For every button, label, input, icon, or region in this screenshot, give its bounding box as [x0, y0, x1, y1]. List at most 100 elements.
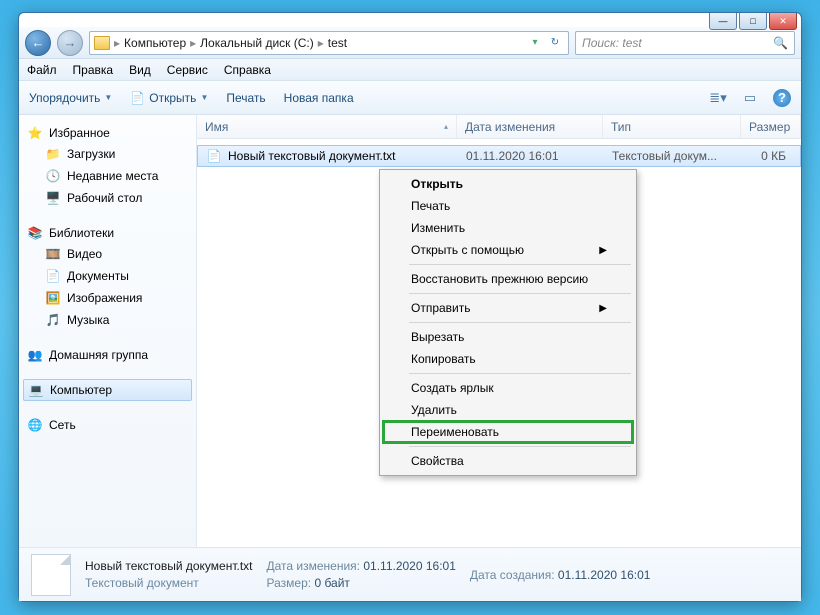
ctx-cut[interactable]: Вырезать: [383, 326, 633, 348]
menu-tools[interactable]: Сервис: [167, 63, 208, 77]
search-input[interactable]: Поиск: test 🔍: [575, 31, 795, 55]
file-thumbnail-icon: [31, 554, 71, 596]
context-menu: Открыть Печать Изменить Открыть с помощь…: [379, 169, 637, 476]
context-separator: [409, 293, 631, 294]
menu-edit[interactable]: Правка: [73, 63, 114, 77]
text-file-icon: 📄: [206, 148, 222, 164]
ctx-edit[interactable]: Изменить: [383, 217, 633, 239]
file-date: 01.11.2020 16:01: [458, 149, 604, 163]
ctx-open-with[interactable]: Открыть с помощью▶: [383, 239, 633, 261]
sidebar: ⭐Избранное 📁Загрузки 🕓Недавние места 🖥️Р…: [19, 115, 197, 547]
submenu-arrow-icon: ▶: [599, 245, 607, 256]
organize-button[interactable]: Упорядочить▼: [29, 91, 112, 105]
ctx-properties[interactable]: Свойства: [383, 450, 633, 472]
address-dropdown-button[interactable]: ▾: [526, 34, 544, 52]
file-row[interactable]: 📄 Новый текстовый документ.txt 01.11.2020…: [197, 145, 801, 167]
context-separator: [409, 264, 631, 265]
sort-arrow-icon: ▴: [444, 122, 448, 131]
minimize-button[interactable]: —: [709, 13, 737, 30]
sidebar-computer[interactable]: 💻Компьютер: [23, 379, 192, 401]
ctx-create-shortcut[interactable]: Создать ярлык: [383, 377, 633, 399]
details-size-label: Размер:: [267, 576, 312, 590]
file-type: Текстовый докум...: [604, 149, 742, 163]
details-size: 0 байт: [314, 576, 349, 590]
sidebar-item-video[interactable]: 🎞️Видео: [23, 243, 192, 265]
new-folder-button[interactable]: Новая папка: [284, 91, 354, 105]
video-icon: 🎞️: [45, 246, 61, 262]
sidebar-item-images[interactable]: 🖼️Изображения: [23, 287, 192, 309]
star-icon: ⭐: [27, 125, 43, 141]
nav-bar: ← → ▸ Компьютер ▸ Локальный диск (C:) ▸ …: [19, 27, 801, 59]
sidebar-item-recent[interactable]: 🕓Недавние места: [23, 165, 192, 187]
breadcrumb-sep: ▸: [318, 36, 324, 50]
col-size[interactable]: Размер: [741, 115, 801, 138]
recent-icon: 🕓: [45, 168, 61, 184]
sidebar-network[interactable]: 🌐Сеть: [23, 415, 192, 435]
context-separator: [409, 446, 631, 447]
network-icon: 🌐: [27, 417, 43, 433]
file-size: 0 КБ: [742, 149, 800, 163]
document-icon: 📄: [130, 91, 145, 105]
breadcrumb-sep: ▸: [190, 36, 196, 50]
folder-icon: [94, 36, 110, 50]
col-date[interactable]: Дата изменения: [457, 115, 603, 138]
search-icon[interactable]: 🔍: [773, 36, 788, 50]
file-name: Новый текстовый документ.txt: [228, 149, 396, 163]
computer-icon: 💻: [28, 382, 44, 398]
column-headers: Имя▴ Дата изменения Тип Размер: [197, 115, 801, 139]
desktop-icon: 🖥️: [45, 190, 61, 206]
close-button[interactable]: ✕: [769, 13, 797, 30]
menu-bar: Файл Правка Вид Сервис Справка: [19, 59, 801, 81]
ctx-restore-version[interactable]: Восстановить прежнюю версию: [383, 268, 633, 290]
details-date: 01.11.2020 16:01: [363, 559, 456, 573]
maximize-button[interactable]: □: [739, 13, 767, 30]
ctx-delete[interactable]: Удалить: [383, 399, 633, 421]
details-title: Новый текстовый документ.txt: [85, 559, 253, 573]
menu-view[interactable]: Вид: [129, 63, 151, 77]
details-date-label: Дата изменения:: [267, 559, 361, 573]
breadcrumb[interactable]: test: [328, 36, 347, 50]
menu-help[interactable]: Справка: [224, 63, 271, 77]
breadcrumb[interactable]: Компьютер: [124, 36, 186, 50]
col-type[interactable]: Тип: [603, 115, 741, 138]
details-created: 01.11.2020 16:01: [558, 568, 651, 582]
details-subtitle: Текстовый документ: [85, 576, 253, 590]
breadcrumb[interactable]: Локальный диск (C:): [200, 36, 314, 50]
forward-button[interactable]: →: [57, 30, 83, 56]
sidebar-item-music[interactable]: 🎵Музыка: [23, 309, 192, 331]
sidebar-homegroup[interactable]: 👥Домашняя группа: [23, 345, 192, 365]
ctx-rename[interactable]: Переименовать: [383, 421, 633, 443]
libraries-icon: 📚: [27, 225, 43, 241]
ctx-copy[interactable]: Копировать: [383, 348, 633, 370]
open-button[interactable]: 📄 Открыть▼: [130, 91, 208, 105]
details-pane: Новый текстовый документ.txt Текстовый д…: [19, 547, 801, 601]
views-button[interactable]: ≣▾: [709, 89, 727, 107]
homegroup-icon: 👥: [27, 347, 43, 363]
details-created-label: Дата создания:: [470, 568, 555, 582]
context-separator: [409, 373, 631, 374]
titlebar: — □ ✕: [19, 13, 801, 27]
preview-pane-button[interactable]: ▭: [741, 89, 759, 107]
breadcrumb-sep: ▸: [114, 36, 120, 50]
document-icon: 📄: [45, 268, 61, 284]
search-placeholder: Поиск: test: [582, 36, 642, 50]
address-bar[interactable]: ▸ Компьютер ▸ Локальный диск (C:) ▸ test…: [89, 31, 569, 55]
back-button[interactable]: ←: [25, 30, 51, 56]
help-button[interactable]: ?: [773, 89, 791, 107]
music-icon: 🎵: [45, 312, 61, 328]
menu-file[interactable]: Файл: [27, 63, 57, 77]
sidebar-item-documents[interactable]: 📄Документы: [23, 265, 192, 287]
sidebar-item-desktop[interactable]: 🖥️Рабочий стол: [23, 187, 192, 209]
refresh-button[interactable]: ↻: [546, 34, 564, 52]
sidebar-item-downloads[interactable]: 📁Загрузки: [23, 143, 192, 165]
ctx-open[interactable]: Открыть: [383, 173, 633, 195]
image-icon: 🖼️: [45, 290, 61, 306]
folder-icon: 📁: [45, 146, 61, 162]
print-button[interactable]: Печать: [226, 91, 265, 105]
sidebar-libraries[interactable]: 📚Библиотеки: [23, 223, 192, 243]
ctx-send-to[interactable]: Отправить▶: [383, 297, 633, 319]
sidebar-favorites[interactable]: ⭐Избранное: [23, 123, 192, 143]
ctx-print[interactable]: Печать: [383, 195, 633, 217]
context-separator: [409, 322, 631, 323]
col-name[interactable]: Имя▴: [197, 115, 457, 138]
